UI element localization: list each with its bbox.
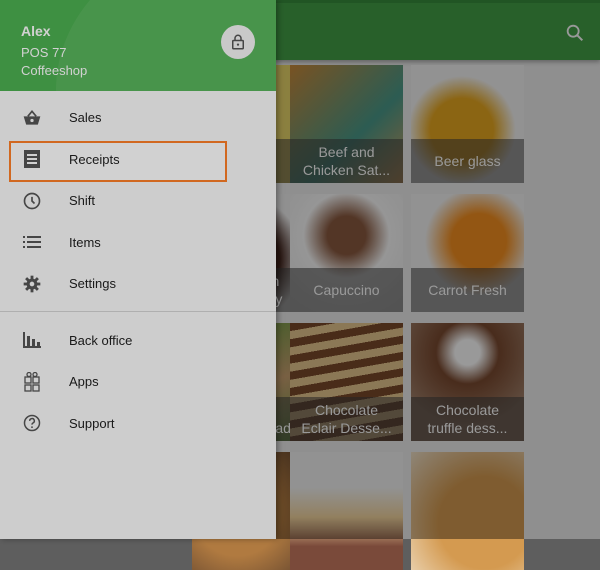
product-label: Carrot Fresh [411,268,524,312]
lock-button[interactable] [221,25,255,59]
apps-gift-icon [21,371,43,393]
menu-item-support[interactable]: Support [0,403,276,445]
menu-item-items[interactable]: Items [0,222,276,264]
product-image [411,452,524,570]
menu-item-apps[interactable]: Apps [0,361,276,403]
pos-name: POS 77 [21,45,67,60]
drawer-header: Alex POS 77 Coffeeshop [0,0,276,91]
bar-chart-icon [21,329,43,351]
clock-icon [21,190,43,212]
product-tile[interactable] [290,452,403,570]
product-tile[interactable]: Beer glass [411,65,524,183]
menu-item-label: Items [69,234,101,250]
user-name: Alex [21,23,51,39]
list-icon [21,231,43,253]
product-tile[interactable]: Carrot Fresh [411,194,524,312]
menu-item-settings[interactable]: Settings [0,263,276,305]
product-image [290,452,403,570]
lock-icon [232,34,244,50]
product-tile[interactable]: Capuccino [290,194,403,312]
menu-item-label: Sales [69,110,102,126]
menu-item-receipts[interactable]: Receipts [0,139,276,181]
search-button[interactable] [564,22,586,44]
product-tile[interactable] [411,452,524,570]
product-label: Chocolate truffle dess... [411,397,524,441]
gear-icon [21,273,43,295]
drawer-menu: Sales Receipts Shift Items Settings Back… [0,97,276,444]
menu-item-label: Support [69,415,115,431]
product-label: Chocolate Eclair Desse... [290,397,403,441]
product-label: Capuccino [290,268,403,312]
search-icon [566,24,584,42]
receipt-icon [21,148,43,170]
menu-item-sales[interactable]: Sales [0,97,276,139]
product-tile[interactable]: Chocolate Eclair Desse... [290,323,403,441]
menu-item-label: Shift [69,193,96,209]
menu-item-shift[interactable]: Shift [0,180,276,222]
menu-divider [0,310,276,312]
product-label: Beer glass [411,139,524,183]
menu-item-back-office[interactable]: Back office [0,320,276,362]
menu-item-label: Apps [69,374,99,390]
product-label: Beef and Chicken Sat... [290,139,403,183]
navigation-drawer: Alex POS 77 Coffeeshop Sales Receipts Sh… [0,0,276,539]
menu-item-label: Back office [69,332,133,348]
menu-item-label: Settings [69,276,116,292]
help-icon [21,412,43,434]
menu-item-label: Receipts [69,151,120,167]
store-name: Coffeeshop [21,63,88,78]
basket-icon [21,107,43,129]
product-tile[interactable]: Chocolate truffle dess... [411,323,524,441]
product-tile[interactable]: Beef and Chicken Sat... [290,65,403,183]
